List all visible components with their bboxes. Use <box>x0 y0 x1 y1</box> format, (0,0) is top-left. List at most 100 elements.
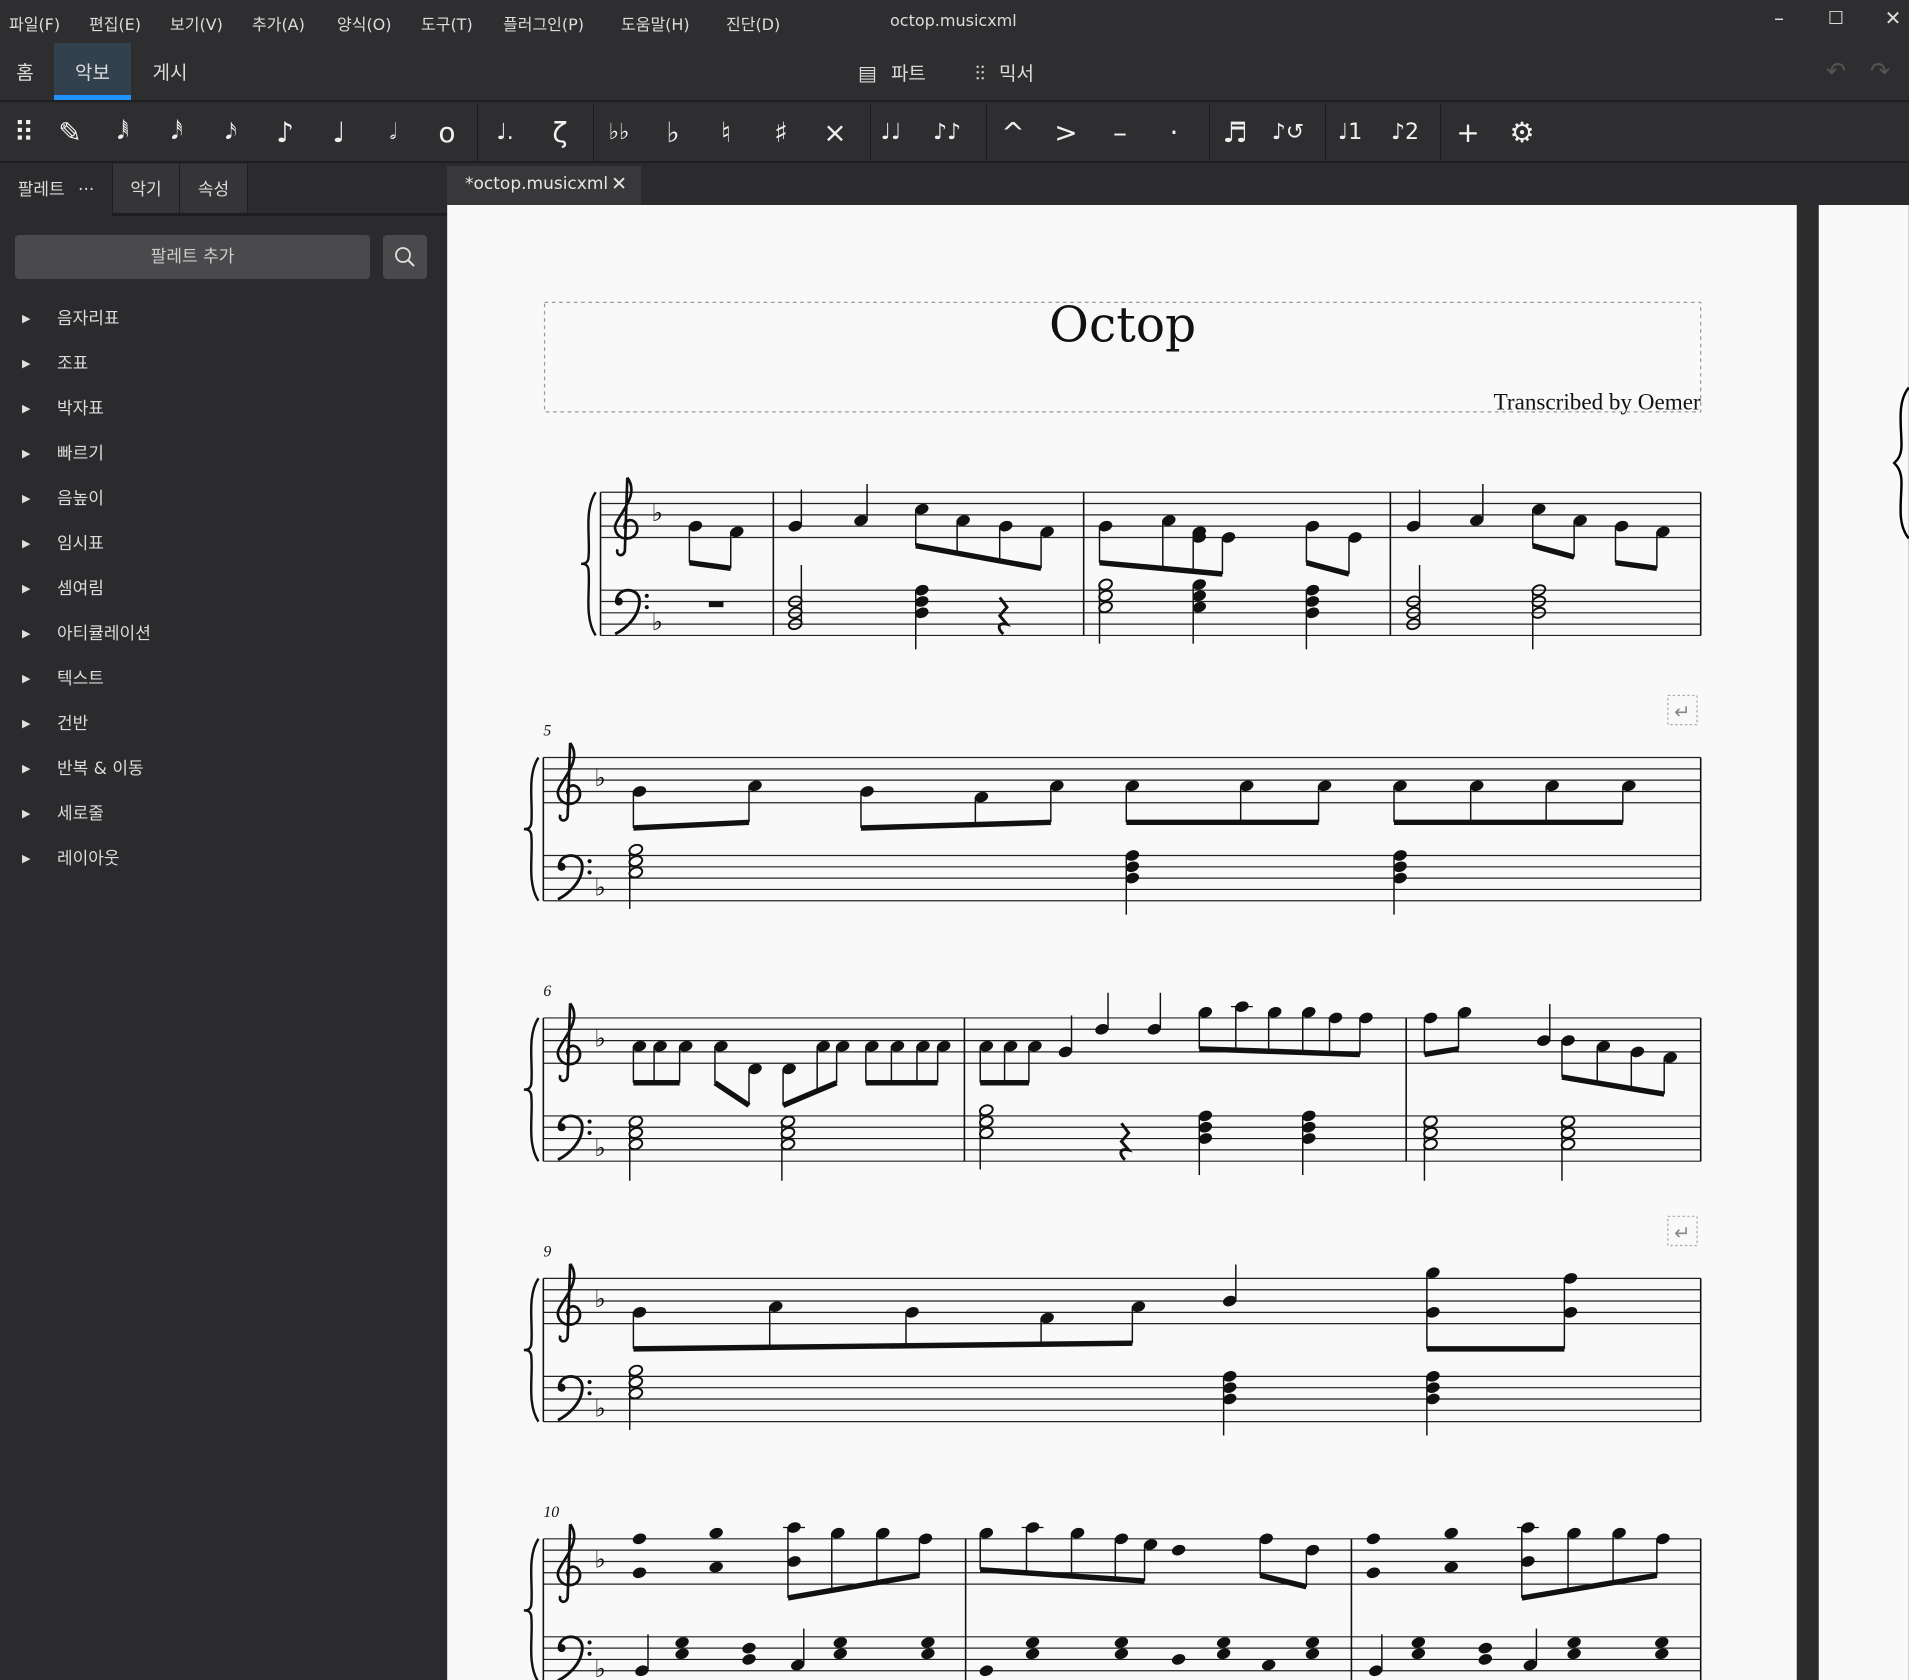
search-icon <box>395 247 415 267</box>
expand-arrow-icon[interactable]: ▶ <box>22 794 30 834</box>
toolbar-separator <box>1209 103 1210 161</box>
whole-note-icon[interactable]: o <box>425 111 469 155</box>
palette-item[interactable]: ▶ 박자표 <box>0 389 447 429</box>
mixer-button[interactable]: ⫶⫶ 믹서 <box>975 43 1034 100</box>
tab-publish[interactable]: 게시 <box>145 43 195 100</box>
mixer-sliders-icon: ⫶⫶ <box>975 61 985 85</box>
expand-arrow-icon[interactable]: ▶ <box>22 569 30 609</box>
score-title[interactable]: Octop <box>1049 297 1196 353</box>
palette-item[interactable]: ▶ 세로줄 <box>0 794 447 834</box>
palette-item[interactable]: ▶ 레이아웃 <box>0 839 447 879</box>
palette-item-label: 아티큘레이션 <box>57 624 151 644</box>
flat-icon[interactable]: ♭ <box>651 111 695 155</box>
expand-arrow-icon[interactable]: ▶ <box>22 479 30 519</box>
voice-2-icon[interactable]: ♪2 <box>1383 111 1427 155</box>
32nd-note-icon[interactable]: 𝅘𝅥𝅰 <box>155 111 199 155</box>
palette-search-button[interactable] <box>383 235 427 279</box>
document-tab[interactable]: *octop.musicxml ✕ <box>447 166 641 205</box>
menu-format[interactable]: 양식(O) <box>337 11 392 35</box>
double-flat-icon[interactable]: ♭♭ <box>597 111 641 155</box>
toolbar-separator <box>593 103 594 161</box>
add-icon[interactable]: + <box>1446 111 1490 155</box>
expand-arrow-icon[interactable]: ▶ <box>22 344 30 384</box>
redo-icon[interactable]: ↷ <box>1870 57 1890 85</box>
parts-button[interactable]: ▤ 파트 <box>858 43 926 100</box>
palette-item[interactable]: ▶ 텍스트 <box>0 659 447 699</box>
tab-palettes[interactable]: 팔레트 ··· <box>0 164 113 216</box>
marcato-icon[interactable]: ^ <box>991 111 1035 155</box>
menu-plugins[interactable]: 플러그인(P) <box>503 11 584 35</box>
palette-item-label: 음자리표 <box>57 309 120 329</box>
expand-arrow-icon[interactable]: ▶ <box>22 839 30 879</box>
undo-icon[interactable]: ↶ <box>1826 57 1846 85</box>
tenuto-icon[interactable]: – <box>1098 111 1142 155</box>
palette-item-label: 임시표 <box>57 534 104 554</box>
expand-arrow-icon[interactable]: ▶ <box>22 659 30 699</box>
add-palette-button[interactable]: 팔레트 추가 <box>15 235 370 279</box>
sharp-icon[interactable]: ♯ <box>759 111 803 155</box>
augmentation-dot-icon[interactable]: ♩. <box>483 111 527 155</box>
toolbar-separator <box>870 103 871 161</box>
expand-arrow-icon[interactable]: ▶ <box>22 524 30 564</box>
expand-arrow-icon[interactable]: ▶ <box>22 614 30 654</box>
palette-item[interactable]: ▶ 아티큘레이션 <box>0 614 447 654</box>
more-options-icon[interactable]: ··· <box>78 180 94 200</box>
note-input-pencil-icon[interactable]: ✎ <box>48 111 92 155</box>
palette-item[interactable]: ▶ 반복 & 이동 <box>0 749 447 789</box>
half-note-icon[interactable]: 𝅗𝅥 <box>371 111 415 155</box>
natural-icon[interactable]: ♮ <box>704 111 748 155</box>
tab-home[interactable]: 홈 <box>8 43 42 100</box>
voice-1-icon[interactable]: ♩1 <box>1328 111 1372 155</box>
eighth-note-icon[interactable]: ♪ <box>263 111 307 155</box>
expand-arrow-icon[interactable]: ▶ <box>22 389 30 429</box>
drag-handle-icon[interactable]: ⠿ <box>2 111 46 155</box>
page-gap <box>1796 205 1819 1680</box>
tab-instruments[interactable]: 악기 <box>113 164 180 216</box>
expand-arrow-icon[interactable]: ▶ <box>22 704 30 744</box>
close-tab-icon[interactable]: ✕ <box>611 166 627 202</box>
palette-item[interactable]: ▶ 임시표 <box>0 524 447 564</box>
menu-diagnostic[interactable]: 진단(D) <box>726 11 780 35</box>
tuplet-icon[interactable]: ♬ <box>1213 111 1257 155</box>
expand-arrow-icon[interactable]: ▶ <box>22 434 30 474</box>
palette-item[interactable]: ▶ 셈여림 <box>0 569 447 609</box>
16th-note-icon[interactable]: 𝅘𝅥𝅯 <box>209 111 253 155</box>
menu-add[interactable]: 추가(A) <box>252 11 305 35</box>
score-canvas[interactable]: Octop Transcribed by Oemer 5 6 9 10 ↵ ↵ … <box>447 205 1909 1680</box>
menu-tools[interactable]: 도구(T) <box>421 11 473 35</box>
menu-edit[interactable]: 편집(E) <box>89 11 141 35</box>
palette-item[interactable]: ▶ 빠르기 <box>0 434 447 474</box>
tie-icon[interactable]: ♩♩ <box>869 111 913 155</box>
expand-arrow-icon[interactable]: ▶ <box>22 749 30 789</box>
score-composer[interactable]: Transcribed by Oemer <box>1494 389 1701 415</box>
close-window-button[interactable]: ✕ <box>1878 6 1908 30</box>
tab-palettes-label: 팔레트 <box>17 180 65 200</box>
mixer-label: 믹서 <box>999 63 1035 85</box>
palette-item[interactable]: ▶ 음자리표 <box>0 299 447 339</box>
main-tab-bar: 홈 악보 게시 ▤ 파트 ⫶⫶ 믹서 ↶ ↷ <box>0 43 1909 102</box>
palette-item[interactable]: ▶ 조표 <box>0 344 447 384</box>
quarter-note-icon[interactable]: ♩ <box>317 111 361 155</box>
key-signature-flat: ♭ <box>594 1024 605 1053</box>
64th-note-icon[interactable]: 𝅘𝅥𝅱 <box>101 111 145 155</box>
rest-icon[interactable]: ζ <box>538 111 582 155</box>
palette-item[interactable]: ▶ 음높이 <box>0 479 447 519</box>
menu-help[interactable]: 도움말(H) <box>621 11 690 35</box>
expand-arrow-icon[interactable]: ▶ <box>22 299 30 339</box>
menu-bar: 파일(F) 편집(E) 보기(V) 추가(A) 양식(O) 도구(T) 플러그인… <box>0 0 1909 43</box>
settings-gear-icon[interactable]: ⚙ <box>1500 111 1544 155</box>
parts-label: 파트 <box>890 63 926 85</box>
flip-direction-icon[interactable]: ♪↺ <box>1266 111 1310 155</box>
staccato-icon[interactable]: · <box>1152 111 1196 155</box>
return-arrow-icon: ↵ <box>1674 701 1690 724</box>
accent-icon[interactable]: > <box>1044 111 1088 155</box>
tab-score[interactable]: 악보 <box>54 43 131 100</box>
menu-file[interactable]: 파일(F) <box>9 11 60 35</box>
slur-icon[interactable]: ♪♪ <box>925 111 969 155</box>
palette-item[interactable]: ▶ 건반 <box>0 704 447 744</box>
tab-properties[interactable]: 속성 <box>180 164 248 216</box>
double-sharp-icon[interactable]: × <box>813 111 857 155</box>
minimize-button[interactable]: – <box>1764 6 1794 30</box>
maximize-button[interactable]: ☐ <box>1821 8 1851 29</box>
menu-view[interactable]: 보기(V) <box>170 11 223 35</box>
